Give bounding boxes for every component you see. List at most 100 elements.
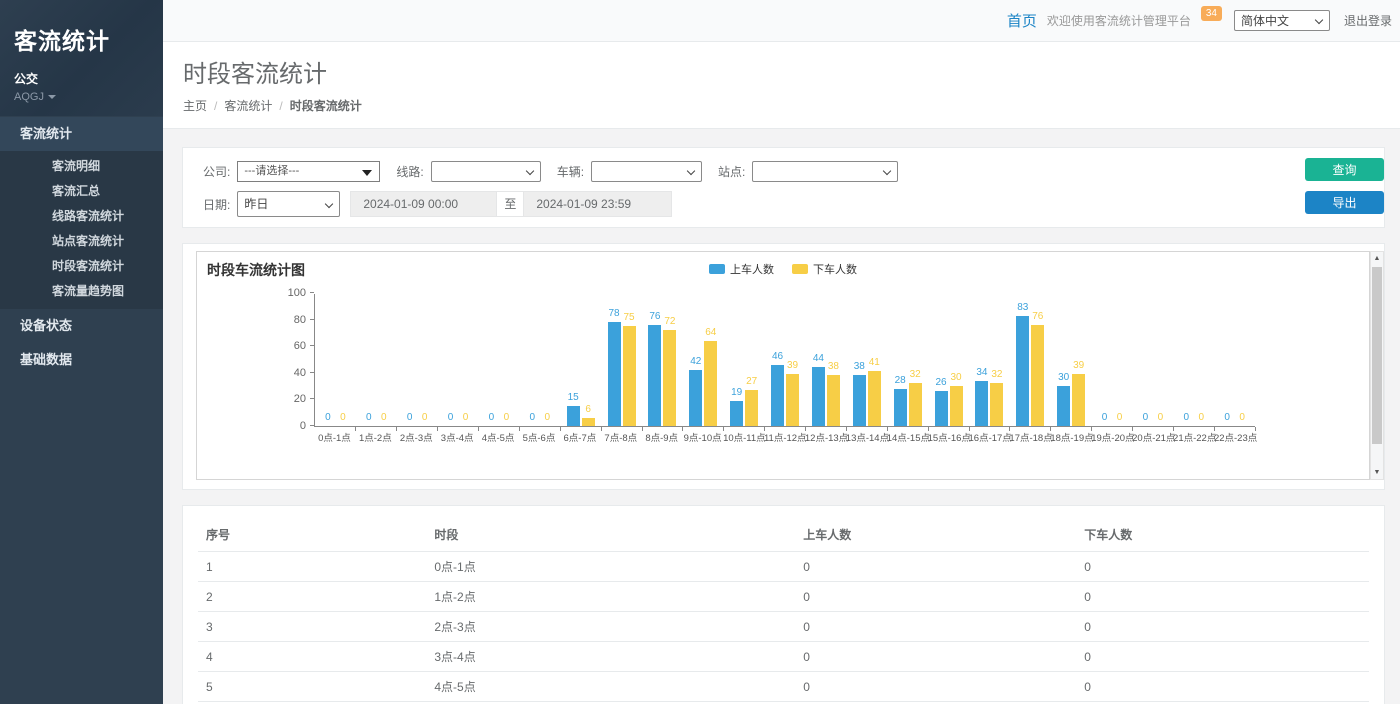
x-axis-tick-label: 19点-20点 [1091, 430, 1132, 444]
page-heading: 时段客流统计 主页/客流统计/时段客流统计 [163, 42, 1400, 129]
table-cell: 0 [1076, 672, 1369, 702]
sidebar-subitem-线路客流统计[interactable]: 线路客流统计 [0, 204, 163, 229]
bar-group-13点-14点: 3841 [846, 294, 887, 426]
bar: 15 [567, 406, 580, 426]
table-cell: 4点-5点 [426, 672, 795, 702]
date-preset-select[interactable]: 昨日 [238, 192, 339, 216]
x-axis-tick-label: 8点-9点 [641, 430, 682, 444]
table-cell: 3点-4点 [426, 642, 795, 672]
filter-row-2: 日期: 昨日 2024-01-09 00:00 至 2024-01-09 23:… [203, 191, 1384, 217]
bar: 41 [868, 371, 881, 426]
line-select[interactable] [432, 162, 540, 181]
table-row: 21点-2点00 [198, 582, 1369, 612]
bar: 32 [990, 383, 1003, 426]
logout-link[interactable]: 退出登录 [1344, 12, 1392, 29]
x-axis-tick-label: 4点-5点 [478, 430, 519, 444]
y-axis-tick-label: 20 [294, 393, 306, 405]
bar-group-5点-6点: 00 [519, 294, 560, 426]
table-cell: 0 [1076, 642, 1369, 672]
table-row: 54点-5点00 [198, 672, 1369, 702]
x-axis-tick-label: 10点-11点 [723, 430, 764, 444]
vehicle-label: 车辆: [557, 163, 584, 180]
sidebar-subitem-客流量趋势图[interactable]: 客流量趋势图 [0, 279, 163, 304]
bar-value-label: 0 [1239, 412, 1245, 424]
export-button[interactable]: 导出 [1305, 191, 1384, 214]
bar-value-label: 44 [813, 353, 824, 365]
bar-value-label: 0 [1184, 412, 1190, 424]
company-select[interactable]: ---请选择--- [237, 161, 380, 182]
bar-group-17点-18点: 8376 [1010, 294, 1051, 426]
query-button[interactable]: 查询 [1305, 158, 1384, 181]
bar: 30 [1057, 386, 1070, 426]
topbar: 首页 欢迎使用客流统计管理平台 34 简体中文 退出登录 [163, 0, 1400, 42]
company-label: 公司: [203, 163, 230, 180]
bar-value-label: 34 [976, 367, 987, 379]
bar-value-label: 46 [772, 351, 783, 363]
sidebar-subitem-时段客流统计[interactable]: 时段客流统计 [0, 254, 163, 279]
table-cell: 0 [1076, 582, 1369, 612]
vehicle-select-wrap [591, 161, 702, 182]
filter-actions: 查询 导出 [1305, 158, 1384, 214]
date-from-input[interactable]: 2024-01-09 00:00 [350, 191, 497, 217]
sidebar-item-基础数据[interactable]: 基础数据 [0, 343, 163, 377]
bar-group-19点-20点: 00 [1092, 294, 1133, 426]
scrollbar-track[interactable] [1371, 265, 1383, 466]
scroll-down-icon[interactable]: ▼ [1371, 466, 1383, 479]
language-select-wrap: 简体中文 [1234, 10, 1330, 31]
bar-value-label: 78 [609, 308, 620, 320]
date-to-input[interactable]: 2024-01-09 23:59 [523, 191, 672, 217]
bar: 6 [582, 418, 595, 426]
bar-group-12点-13点: 4438 [806, 294, 847, 426]
y-axis-tick [310, 292, 314, 293]
bar-value-label: 72 [664, 316, 675, 328]
chart-header: 时段车流统计图 上车人数 下车人数 [197, 252, 1369, 278]
legend-item-alighting[interactable]: 下车人数 [792, 261, 857, 277]
station-select[interactable] [753, 162, 897, 181]
scrollbar-thumb[interactable] [1372, 267, 1382, 444]
vehicle-select[interactable] [592, 162, 701, 181]
sidebar-item-客流统计[interactable]: 客流统计 [0, 117, 163, 151]
bar-value-label: 75 [624, 312, 635, 324]
bar-group-8点-9点: 7672 [642, 294, 683, 426]
sidebar-subitem-客流明细[interactable]: 客流明细 [0, 154, 163, 179]
scroll-up-icon[interactable]: ▲ [1371, 252, 1383, 265]
bar-value-label: 0 [1224, 412, 1230, 424]
station-field: 站点: [718, 161, 898, 182]
sidebar-item-设备状态[interactable]: 设备状态 [0, 309, 163, 343]
org-code-dropdown[interactable]: AQGJ [14, 91, 149, 103]
breadcrumb-home[interactable]: 主页 [183, 99, 207, 113]
date-label: 日期: [203, 196, 230, 213]
bar-value-label: 76 [1032, 311, 1043, 323]
x-axis-tick-label: 16点-17点 [969, 430, 1010, 444]
bar-value-label: 0 [463, 412, 469, 424]
table-cell: 0 [795, 552, 1076, 582]
bar: 38 [853, 375, 866, 426]
bar: 28 [894, 389, 907, 426]
bar-value-label: 0 [489, 412, 495, 424]
x-axis-tick-label: 1点-2点 [355, 430, 396, 444]
bar: 26 [935, 391, 948, 426]
language-select[interactable]: 简体中文 [1235, 11, 1329, 30]
legend-item-boarding[interactable]: 上车人数 [709, 261, 774, 277]
bar-value-label: 32 [991, 369, 1002, 381]
home-link[interactable]: 首页 [1007, 10, 1037, 31]
x-axis-tick-label: 18点-19点 [1050, 430, 1091, 444]
line-select-wrap [431, 161, 541, 182]
table-cell: 0 [795, 672, 1076, 702]
table-cell: 2 [198, 582, 426, 612]
bar-value-label: 30 [951, 372, 962, 384]
x-axis-tick-label: 21点-22点 [1173, 430, 1214, 444]
sidebar-submenu: 客流明细客流汇总线路客流统计站点客流统计时段客流统计客流量趋势图 [0, 151, 163, 309]
col-header-index: 序号 [198, 518, 426, 552]
bar-value-label: 0 [545, 412, 551, 424]
org-code-label: AQGJ [14, 91, 44, 103]
table-cell: 1 [198, 552, 426, 582]
y-axis-tick-label: 40 [294, 367, 306, 379]
sidebar-subitem-客流汇总[interactable]: 客流汇总 [0, 179, 163, 204]
bar-value-label: 32 [910, 369, 921, 381]
breadcrumb-parent[interactable]: 客流统计 [224, 99, 272, 113]
bar-group-2点-3点: 00 [397, 294, 438, 426]
sidebar-subitem-站点客流统计[interactable]: 站点客流统计 [0, 229, 163, 254]
bar-value-label: 41 [869, 357, 880, 369]
x-axis-tick-label: 20点-21点 [1132, 430, 1173, 444]
